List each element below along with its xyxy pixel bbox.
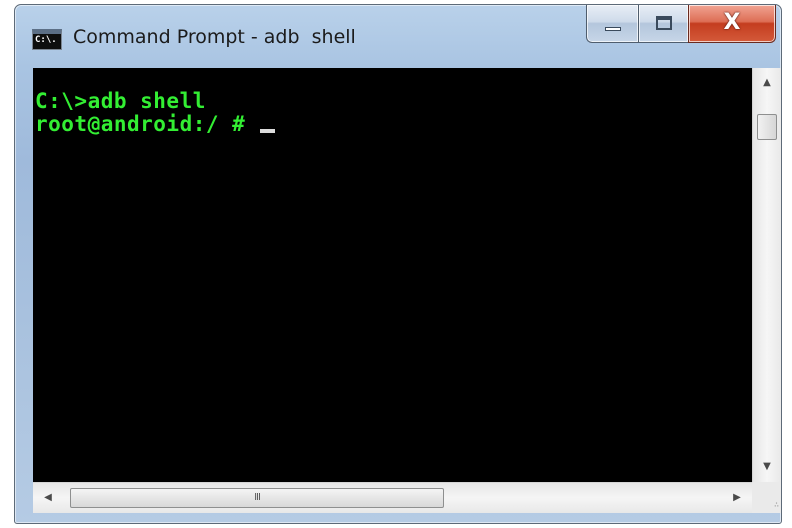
console-line-prompt: root@android:/ #	[35, 113, 752, 136]
maximize-button[interactable]	[638, 5, 688, 43]
close-icon: X	[723, 10, 741, 35]
caption-buttons: X	[586, 5, 776, 43]
client-area: C:\>adb shell root@android:/ # ▲ ▼ ◀ III…	[33, 68, 792, 519]
resize-grip-icon: ∴	[774, 500, 779, 509]
window-title: Command Prompt - adb shell	[73, 26, 356, 48]
scroll-right-arrow-icon[interactable]: ▶	[722, 483, 752, 514]
minimize-icon	[605, 27, 621, 31]
console-output[interactable]: C:\>adb shell root@android:/ #	[33, 68, 752, 482]
thumb-grip-icon: III	[254, 492, 261, 503]
minimize-button[interactable]	[586, 5, 638, 43]
cmd-console-icon[interactable]: C:\.	[32, 29, 62, 50]
title-bar[interactable]: C:\. Command Prompt - adb shell X	[15, 5, 781, 67]
horizontal-scroll-thumb[interactable]: III	[70, 488, 444, 508]
scroll-left-arrow-icon[interactable]: ◀	[33, 483, 63, 514]
text-cursor	[260, 129, 276, 133]
shell-prompt: root@android:/ #	[35, 112, 259, 136]
scroll-down-arrow-icon[interactable]: ▼	[753, 452, 781, 482]
scroll-up-arrow-icon[interactable]: ▲	[753, 68, 781, 98]
console-line-command: C:\>adb shell	[35, 89, 206, 113]
vertical-scroll-thumb[interactable]	[757, 114, 777, 140]
close-button[interactable]: X	[688, 5, 776, 43]
maximize-icon	[656, 16, 672, 30]
command-prompt-window[interactable]: C:\. Command Prompt - adb shell X C:\>ad…	[14, 4, 782, 524]
horizontal-scrollbar[interactable]: ◀ III ▶	[33, 482, 752, 513]
vertical-scrollbar[interactable]: ▲ ▼	[752, 68, 781, 482]
resize-grip[interactable]: ∴	[752, 482, 781, 513]
